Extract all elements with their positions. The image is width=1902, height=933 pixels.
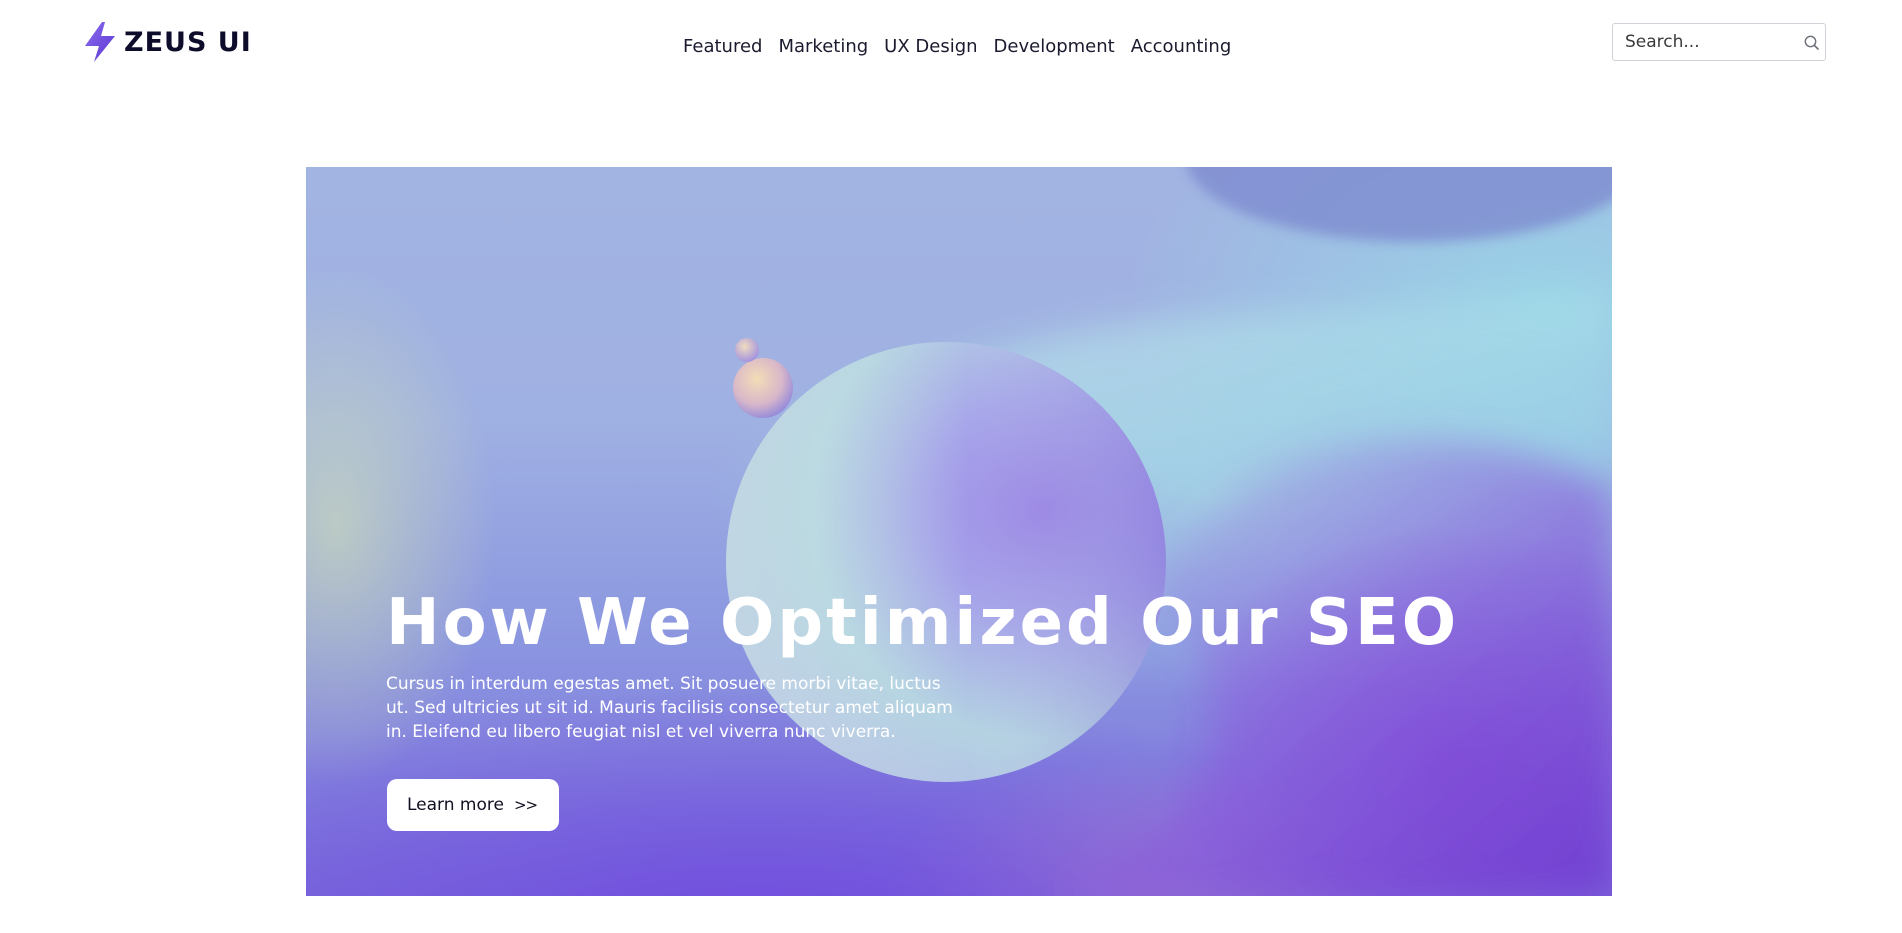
nav-item-featured[interactable]: Featured: [683, 36, 762, 57]
page: ZEUS UI Featured Marketing UX Design Dev…: [0, 0, 1902, 933]
nav-item-development[interactable]: Development: [994, 36, 1115, 57]
main-nav: Featured Marketing UX Design Development…: [683, 30, 1231, 62]
search-box: [1612, 23, 1826, 61]
logo[interactable]: ZEUS UI: [82, 22, 252, 62]
nav-item-marketing[interactable]: Marketing: [778, 36, 868, 57]
hero-banner: How We Optimized Our SEO Cursus in inter…: [306, 167, 1612, 896]
logo-text: ZEUS UI: [124, 26, 252, 58]
hero-description: Cursus in interdum egestas amet. Sit pos…: [386, 674, 953, 742]
learn-more-button[interactable]: Learn more >>: [387, 779, 560, 831]
nav-item-ux-design[interactable]: UX Design: [884, 36, 977, 57]
lightning-bolt-icon: [85, 22, 115, 62]
nav-item-accounting[interactable]: Accounting: [1131, 36, 1232, 57]
search-icon[interactable]: [1802, 33, 1822, 53]
double-chevron-right-icon: >>: [513, 796, 538, 814]
learn-more-label: Learn more: [407, 795, 504, 815]
hero-title: How We Optimized Our SEO: [386, 586, 1460, 660]
search-input[interactable]: [1613, 24, 1798, 60]
site-header: ZEUS UI Featured Marketing UX Design Dev…: [0, 0, 1902, 84]
